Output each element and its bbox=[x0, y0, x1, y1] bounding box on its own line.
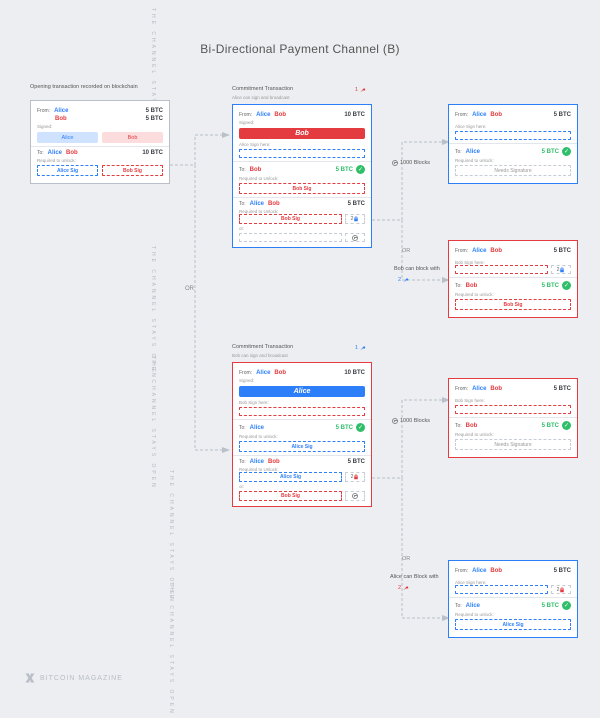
lock-icon bbox=[353, 216, 359, 222]
logo-bitcoin-magazine: BITCOIN MAGAZINE bbox=[24, 672, 123, 684]
alice-block-note: Alice can Block with bbox=[390, 574, 439, 580]
bob-signed: Bob bbox=[239, 128, 365, 139]
bob-block-note: Bob can block with bbox=[394, 266, 440, 272]
commit-b-card: From:AliceBob10 BTC Signed: Alice Bob Si… bbox=[232, 362, 372, 507]
alice-chip: Alice bbox=[37, 132, 98, 143]
commit-b-header: Commitment Transaction Bob can sign and … bbox=[232, 344, 293, 358]
key-icon bbox=[403, 276, 410, 283]
channel-open-note: THE CHANNEL STAYS OPEN bbox=[168, 582, 174, 716]
alice-sig-lock: Alice Sig bbox=[239, 472, 342, 482]
outcome-b2-card: From:AliceBob5 BTC Alice Sign here: 2 To… bbox=[448, 560, 578, 638]
key-1-red: 1 bbox=[355, 86, 367, 93]
commit-b-arrows bbox=[372, 388, 450, 648]
timing-2: 1000 Blocks bbox=[392, 418, 430, 424]
clock-icon bbox=[352, 235, 358, 241]
commit-a-card: From:AliceBob10 BTC Signed: Bob Alice Si… bbox=[232, 104, 372, 248]
svg-text:OR: OR bbox=[185, 286, 195, 292]
opening-section-title: Opening transaction recorded on blockcha… bbox=[30, 84, 160, 90]
outcome-a2-card: From:AliceBob5 BTC Bob Sign here: 2 To:B… bbox=[448, 240, 578, 318]
bitcoin-icon bbox=[24, 672, 36, 684]
commit-a-arrows bbox=[372, 130, 450, 310]
bob-chip: Bob bbox=[102, 132, 163, 143]
alice-signed: Alice bbox=[239, 386, 365, 397]
outcome-a1-card: From:AliceBob5 BTC Alice Sign here: To:A… bbox=[448, 104, 578, 184]
or-label: OR bbox=[402, 248, 410, 254]
timing-1: 1000 Blocks bbox=[392, 160, 430, 166]
key-icon bbox=[403, 584, 410, 591]
check-icon: ✓ bbox=[356, 165, 365, 174]
key-icon bbox=[360, 344, 367, 351]
page-title: Bi-Directional Payment Channel (B) bbox=[0, 42, 600, 56]
commit-a-header: Commitment Transaction Alice can sign an… bbox=[232, 86, 293, 100]
branch-arrows: OR bbox=[170, 110, 230, 490]
bob-sig-lock: Bob Sig bbox=[239, 214, 342, 224]
bob-sig-box: Bob Sig bbox=[102, 165, 163, 176]
alice-sig-box: Alice Sig bbox=[37, 165, 98, 176]
or-label: OR bbox=[402, 556, 410, 562]
empty-slot bbox=[239, 233, 342, 242]
key-2-blue: 2 bbox=[398, 276, 410, 283]
channel-open-note: THE CHANNEL STAYS OPEN bbox=[150, 356, 156, 490]
key-icon bbox=[360, 86, 367, 93]
opening-transaction-card: From:Alice5 BTC Bob5 BTC Signed: Alice B… bbox=[30, 100, 170, 184]
key-1-blue: 1 bbox=[355, 344, 367, 351]
outcome-b1-card: From:AliceBob5 BTC Bob Sign here: To:Bob… bbox=[448, 378, 578, 458]
key-2-red: 2 bbox=[398, 584, 410, 591]
bob-sign-input bbox=[239, 407, 365, 416]
alice-sign-input bbox=[239, 149, 365, 158]
